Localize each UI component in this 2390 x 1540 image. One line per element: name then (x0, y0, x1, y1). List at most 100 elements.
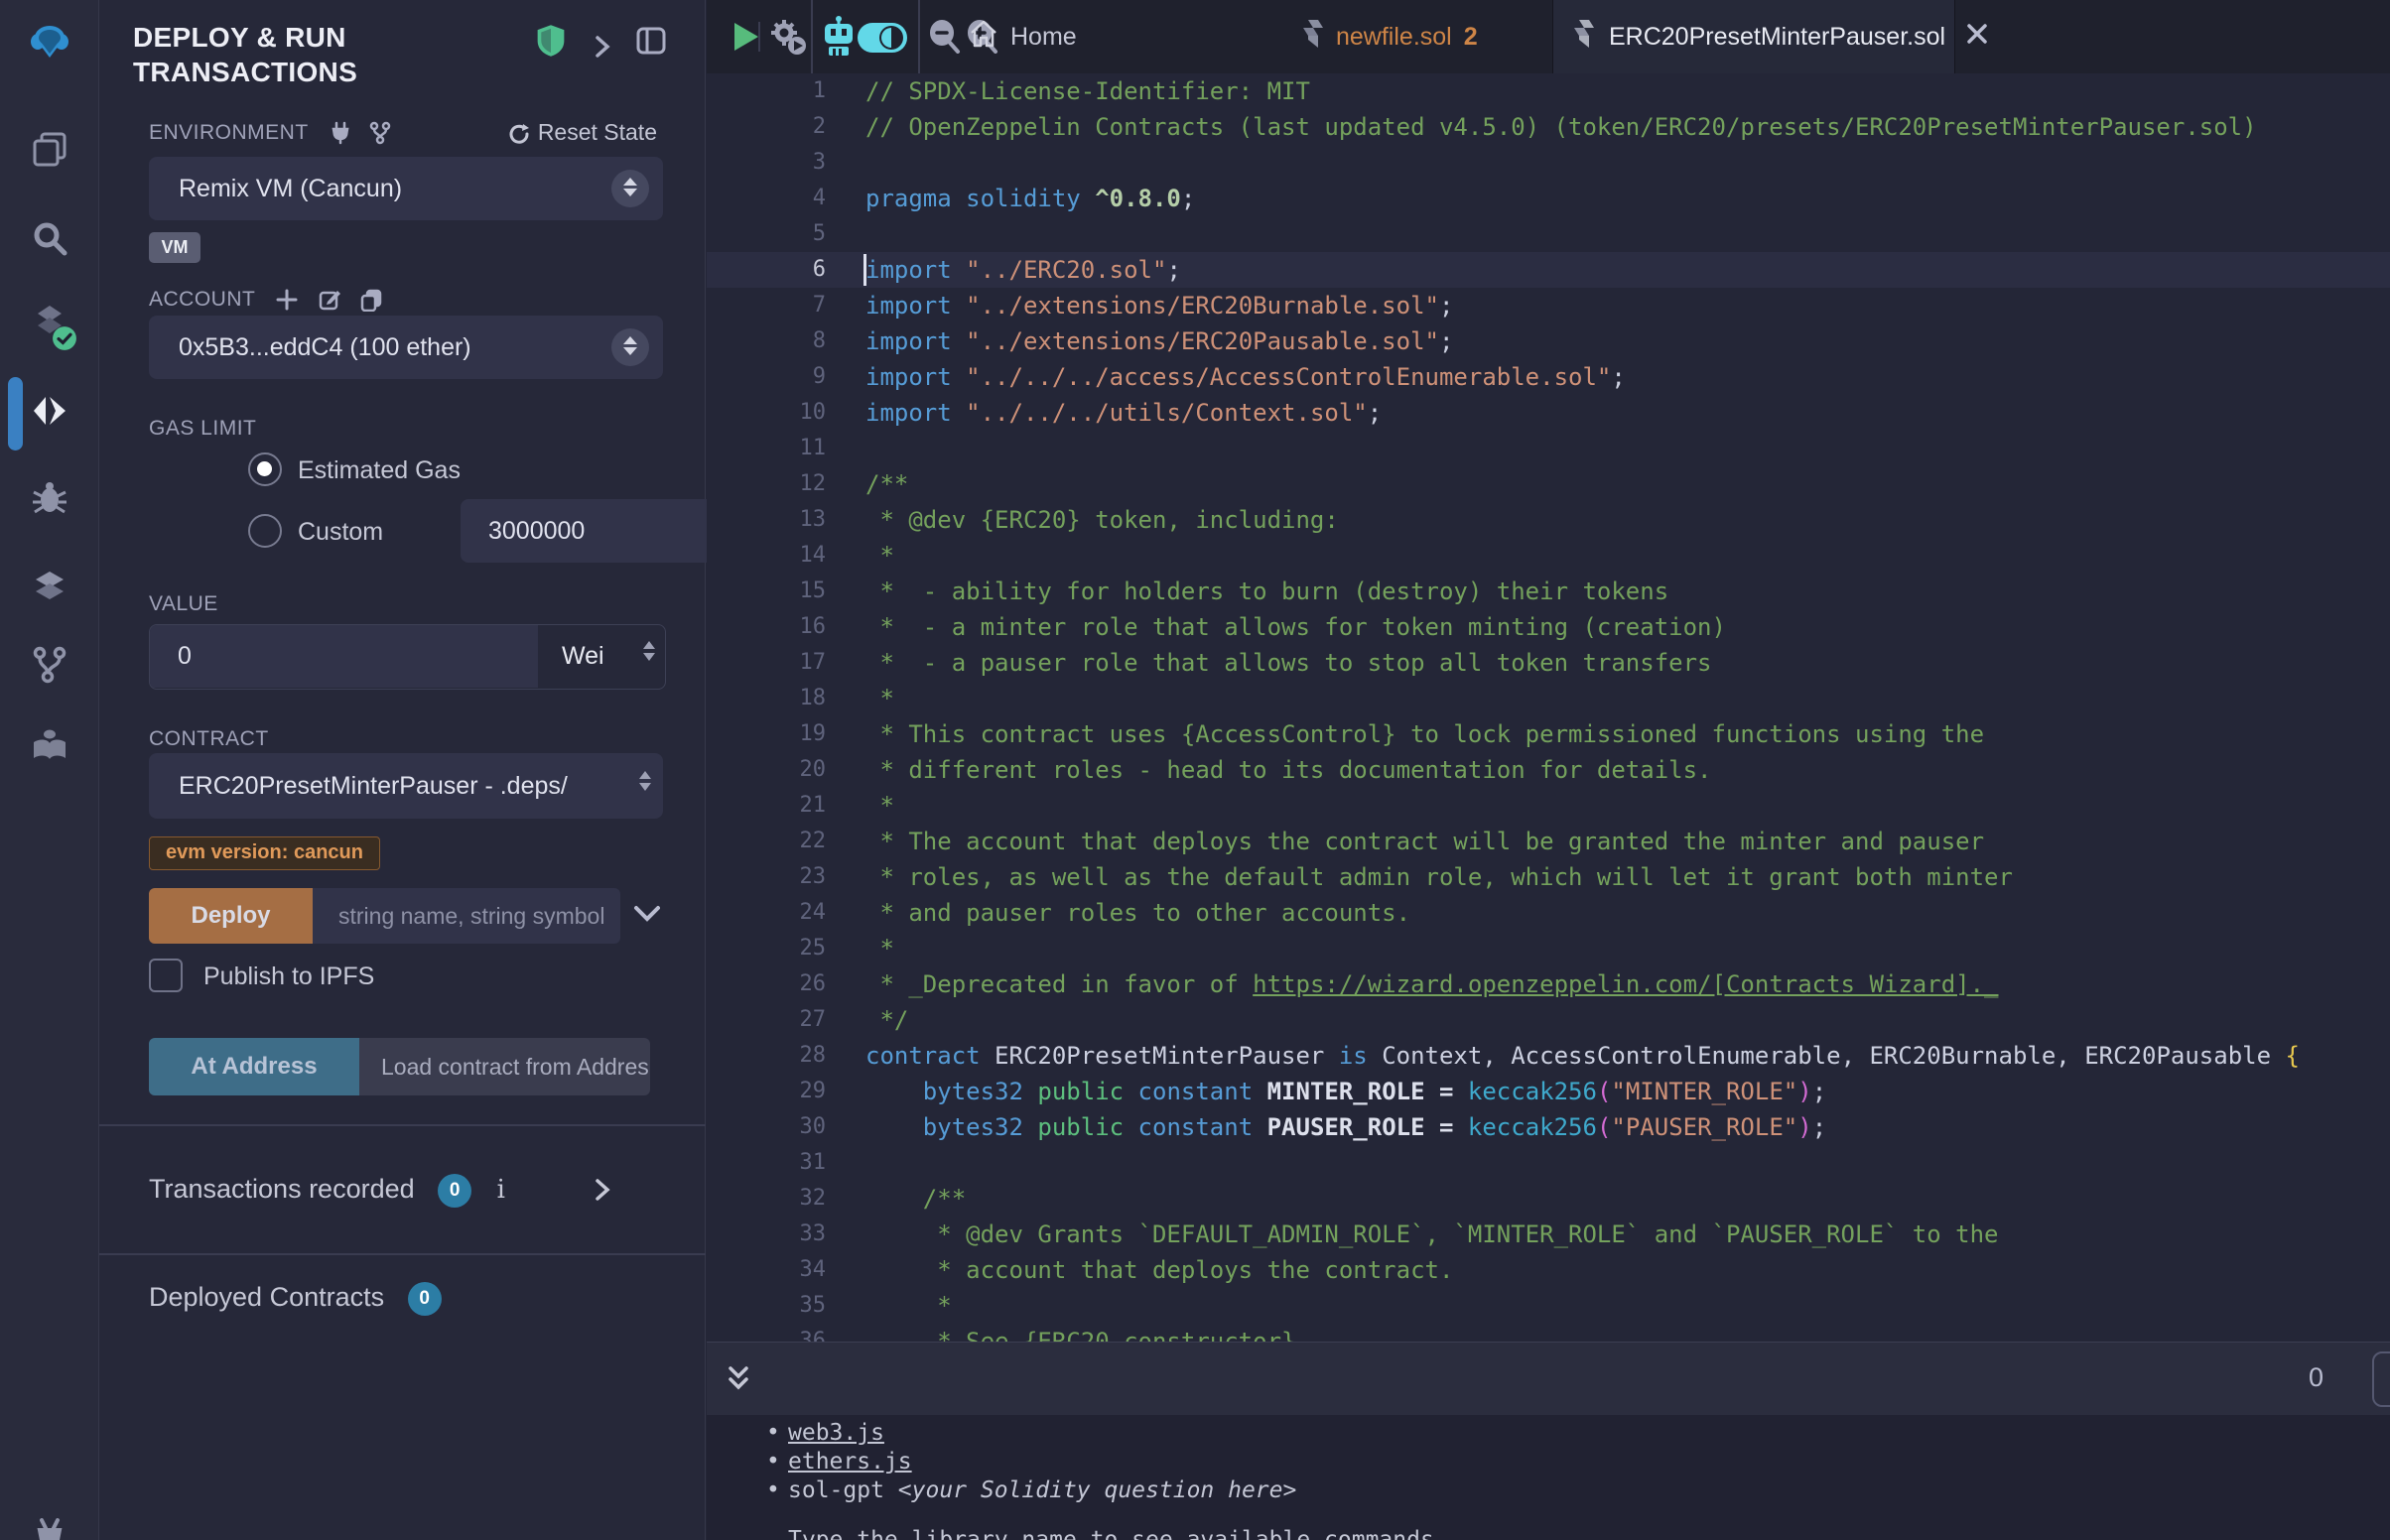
estimated-gas-radio[interactable] (248, 452, 282, 486)
code-line[interactable]: 34 * account that deploys the contract. (707, 1252, 2390, 1288)
code-line[interactable]: 11 (707, 431, 2390, 466)
copy-account-icon[interactable] (359, 288, 383, 312)
tab-home[interactable]: Home (969, 0, 1077, 73)
line-number: 11 (707, 431, 826, 466)
transactions-expand-chevron-icon[interactable] (594, 1177, 611, 1203)
code-line[interactable]: 28contract ERC20PresetMinterPauser is Co… (707, 1038, 2390, 1074)
code-line[interactable]: 1// SPDX-License-Identifier: MIT (707, 73, 2390, 109)
zoom-out-icon[interactable] (929, 20, 961, 59)
fork-state-icon[interactable] (368, 121, 392, 145)
line-number: 10 (707, 395, 826, 431)
code-line[interactable]: 15 * - ability for holders to burn (dest… (707, 574, 2390, 609)
code-line[interactable]: 25 * (707, 931, 2390, 966)
line-number: 27 (707, 1002, 826, 1038)
info-icon[interactable]: i (497, 1175, 505, 1205)
learneth-icon[interactable] (30, 726, 69, 766)
code-line[interactable]: 23 * roles, as well as the default admin… (707, 859, 2390, 895)
terminal-list-item[interactable]: •ethers.js (766, 1448, 912, 1476)
code-line[interactable]: 18 * (707, 681, 2390, 716)
code-line[interactable]: 9import "../../../access/AccessControlEn… (707, 359, 2390, 395)
line-number: 35 (707, 1288, 826, 1324)
tab-newfile[interactable]: newfile.sol 2 (1302, 0, 1478, 73)
plug-icon[interactable] (329, 121, 352, 145)
code-line[interactable]: 32 /** (707, 1181, 2390, 1217)
terminal-search-box-partial[interactable] (2372, 1351, 2390, 1407)
line-number: 8 (707, 323, 826, 359)
script-config-gears-icon[interactable] (768, 17, 808, 62)
code-line[interactable]: 6import "../ERC20.sol"; (707, 252, 2390, 288)
transactions-recorded-row[interactable]: Transactions recorded 0 i (149, 1174, 505, 1208)
remix-logo-icon[interactable] (30, 22, 69, 62)
code-line[interactable]: 35 * (707, 1288, 2390, 1324)
code-line[interactable]: 26 * _Deprecated in favor of https://wiz… (707, 966, 2390, 1002)
file-explorer-icon[interactable] (30, 129, 69, 169)
code-text: * (865, 931, 894, 966)
code-line[interactable]: 3 (707, 145, 2390, 181)
value-unit-select[interactable]: Wei (538, 625, 666, 688)
publish-ipfs-checkbox[interactable] (149, 959, 183, 992)
constructor-args-input[interactable] (313, 888, 620, 944)
custom-gas-radio[interactable] (248, 514, 282, 548)
code-line[interactable]: 27 */ (707, 1002, 2390, 1038)
code-line[interactable]: 33 * @dev Grants `DEFAULT_ADMIN_ROLE`, `… (707, 1217, 2390, 1252)
copilot-toggle[interactable] (858, 23, 907, 58)
code-line[interactable]: 8 import "../extensions/ERC20Pausable.sol… (707, 323, 2390, 359)
terminal-library-link[interactable]: web3.js (788, 1420, 884, 1446)
ai-copilot-robot-icon[interactable] (821, 16, 857, 63)
reset-state-button[interactable]: Reset State (507, 119, 657, 146)
plugin-manager-icon[interactable] (30, 1518, 69, 1540)
value-input[interactable] (150, 625, 538, 688)
code-editor[interactable]: 1// SPDX-License-Identifier: MIT2// Open… (707, 73, 2390, 1342)
at-address-button[interactable]: At Address (149, 1038, 359, 1095)
run-script-play-icon[interactable] (730, 21, 760, 58)
code-line[interactable]: 10import "../../../utils/Context.sol"; (707, 395, 2390, 431)
code-line[interactable]: 2// OpenZeppelin Contracts (last updated… (707, 109, 2390, 145)
code-line[interactable]: 19 * This contract uses {AccessControl} … (707, 716, 2390, 752)
code-line[interactable]: 4pragma solidity ^0.8.0; (707, 181, 2390, 216)
code-line[interactable]: 7import "../extensions/ERC20Burnable.sol… (707, 288, 2390, 323)
expand-terminal-icon[interactable] (725, 1364, 752, 1399)
code-line[interactable]: 24 * and pauser roles to other accounts. (707, 895, 2390, 931)
terminal-toolbar[interactable]: 0 (707, 1342, 2390, 1415)
debugger-icon[interactable] (30, 478, 69, 518)
at-address-input[interactable] (359, 1038, 650, 1095)
code-line[interactable]: 36 * See {ERC20-constructor}. (707, 1324, 2390, 1342)
contract-select[interactable]: ERC20PresetMinterPauser - .deps/ (149, 753, 663, 819)
unit-testing-icon[interactable] (30, 566, 69, 605)
code-line[interactable]: 16 * - a minter role that allows for tok… (707, 609, 2390, 645)
code-line[interactable]: 20 * different roles - head to its docum… (707, 752, 2390, 788)
add-account-icon[interactable] (275, 288, 299, 312)
terminal-library-link[interactable]: ethers.js (788, 1449, 912, 1475)
line-number: 6 (707, 252, 826, 288)
environment-select[interactable]: Remix VM (Cancun) (149, 157, 663, 220)
git-icon[interactable] (30, 645, 69, 685)
tab-erc20presetminterpauser[interactable]: ERC20PresetMinterPauser.sol (1552, 0, 1955, 73)
code-line[interactable]: 5 (707, 216, 2390, 252)
code-line[interactable]: 13 * @dev {ERC20} token, including: (707, 502, 2390, 538)
gas-limit-label: GAS LIMIT (149, 417, 256, 441)
code-line[interactable]: 31 (707, 1145, 2390, 1181)
code-line[interactable]: 22 * The account that deploys the contra… (707, 824, 2390, 859)
terminal-list-item[interactable]: •web3.js (766, 1419, 884, 1448)
shield-icon[interactable] (536, 24, 566, 58)
code-line[interactable]: 17 * - a pauser role that allows to stop… (707, 645, 2390, 681)
line-number: 25 (707, 931, 826, 966)
code-line[interactable]: 12/** (707, 466, 2390, 502)
sign-message-icon[interactable] (318, 288, 341, 312)
solidity-compiler-icon[interactable] (30, 304, 69, 343)
code-text: import "../extensions/ERC20Pausable.sol"… (865, 323, 1453, 359)
tab-bar: Home newfile.sol 2 ERC20PresetMinterPaus… (707, 0, 2390, 73)
deploy-expand-chevron-icon[interactable] (632, 903, 662, 930)
code-line[interactable]: 14 * (707, 538, 2390, 574)
close-tab-icon[interactable] (1965, 22, 1989, 53)
code-line[interactable]: 29 bytes32 public constant MINTER_ROLE =… (707, 1074, 2390, 1109)
line-number: 21 (707, 788, 826, 824)
account-select[interactable]: 0x5B3...eddC4 (100 ether) (149, 316, 663, 379)
search-icon[interactable] (30, 218, 69, 258)
code-line[interactable]: 21 * (707, 788, 2390, 824)
expand-panel-chevron-icon[interactable] (594, 34, 611, 60)
code-line[interactable]: 30 bytes32 public constant PAUSER_ROLE =… (707, 1109, 2390, 1145)
deploy-button[interactable]: Deploy (149, 888, 313, 944)
pin-panel-icon[interactable] (635, 26, 667, 56)
deploy-run-icon[interactable] (30, 391, 69, 431)
